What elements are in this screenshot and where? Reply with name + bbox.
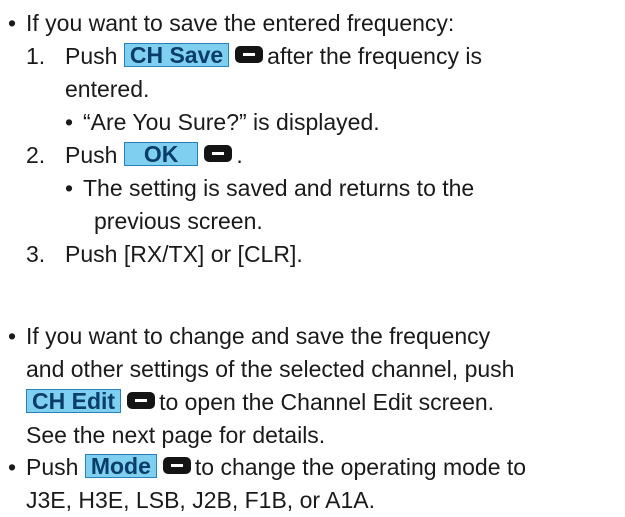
softkey-button-icon xyxy=(235,46,264,63)
section1-intro: If you want to save the entered frequenc… xyxy=(26,10,455,36)
section3-pre: Push xyxy=(26,454,79,480)
step2-number: 2. xyxy=(26,142,46,168)
step1-post: after the frequency is xyxy=(267,43,482,69)
step3-line: 3. Push [RX/TX] or [CLR]. xyxy=(8,238,617,271)
step1-cont-line: entered. xyxy=(8,73,617,106)
step2-sub-line1: • The setting is saved and returns to th… xyxy=(8,172,617,205)
section2-text2: and other settings of the selected chann… xyxy=(26,356,515,382)
step2-line: 2. Push OK. xyxy=(8,139,617,172)
section2-line3: CH Edit to open the Channel Edit screen. xyxy=(8,386,617,419)
section2-line1: • If you want to change and save the fre… xyxy=(8,320,617,353)
ch-edit-key: CH Edit xyxy=(26,389,122,413)
step3-number: 3. xyxy=(26,241,46,267)
section2-text3: to open the Channel Edit screen. xyxy=(159,389,495,415)
step2-sub1: The setting is saved and returns to the xyxy=(83,175,475,201)
ch-save-key: CH Save xyxy=(123,43,230,67)
step1-sub: “Are You Sure?” is displayed. xyxy=(83,109,380,135)
bullet: • xyxy=(8,10,17,36)
step2-post: . xyxy=(236,142,243,168)
bullet: • xyxy=(65,175,74,201)
step3-text: Push [RX/TX] or [CLR]. xyxy=(65,241,303,267)
step1-sub-line: • “Are You Sure?” is displayed. xyxy=(8,106,617,139)
section3-text2: J3E, H3E, LSB, J2B, F1B, or A1A. xyxy=(26,487,375,513)
section1-intro-line: • If you want to save the entered freque… xyxy=(8,7,617,40)
step2-sub2: previous screen. xyxy=(94,208,263,234)
step1-line: 1. Push CH Save after the frequency is xyxy=(8,40,617,73)
section2-text4: See the next page for details. xyxy=(26,422,326,448)
section3-line1: • Push Mode to change the operating mode … xyxy=(8,451,617,484)
section2-line4: See the next page for details. xyxy=(8,419,617,452)
softkey-button-icon xyxy=(204,145,233,162)
step1-number: 1. xyxy=(26,43,46,69)
step1-cont: entered. xyxy=(65,76,150,102)
bullet: • xyxy=(8,323,17,349)
section3-line2: J3E, H3E, LSB, J2B, F1B, or A1A. xyxy=(8,484,617,517)
section-save-frequency: • If you want to save the entered freque… xyxy=(8,7,617,271)
bullet: • xyxy=(8,454,17,480)
step1-pre: Push xyxy=(65,43,118,69)
section2-line2: and other settings of the selected chann… xyxy=(8,353,617,386)
bullet: • xyxy=(65,109,74,135)
section3-post: to change the operating mode to xyxy=(194,454,527,480)
mode-key: Mode xyxy=(84,454,157,478)
step2-sub-line2: previous screen. xyxy=(8,205,617,238)
ok-key: OK xyxy=(123,142,199,166)
softkey-button-icon xyxy=(162,457,191,474)
section-mode: • Push Mode to change the operating mode … xyxy=(8,451,617,517)
section-channel-edit: • If you want to change and save the fre… xyxy=(8,320,617,452)
step2-pre: Push xyxy=(65,142,118,168)
softkey-button-icon xyxy=(127,392,156,409)
section2-text1: If you want to change and save the frequ… xyxy=(26,323,491,349)
